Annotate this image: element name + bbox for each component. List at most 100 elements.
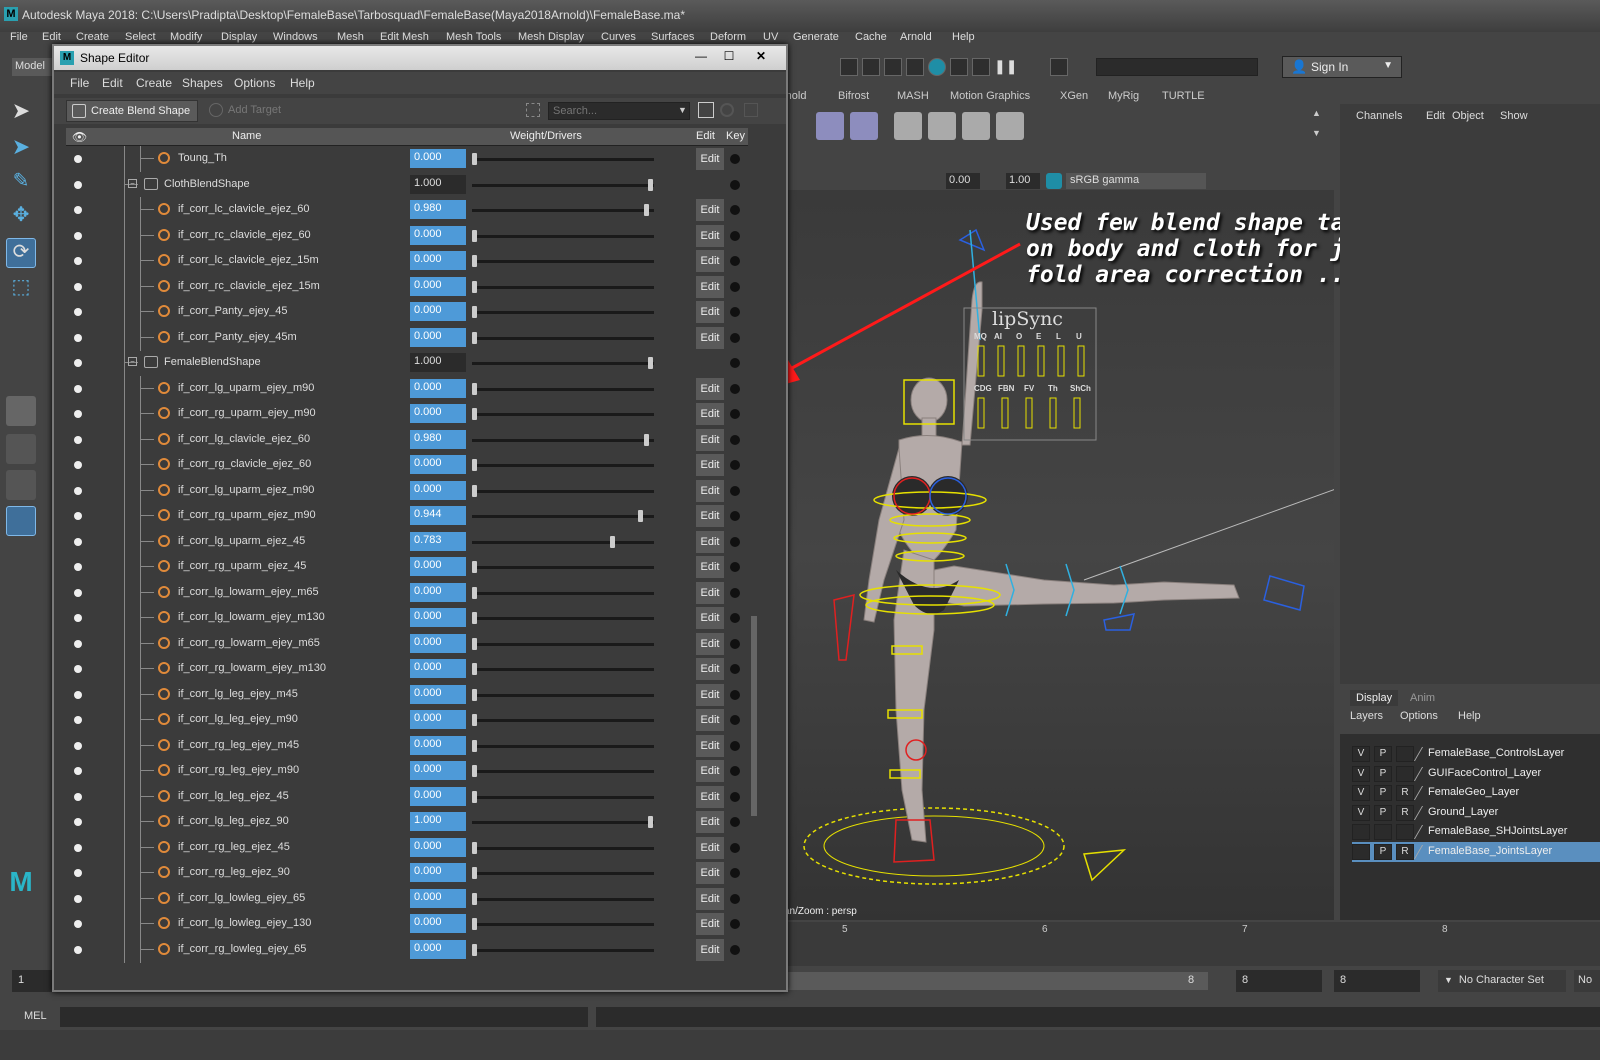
key-icon[interactable] (730, 256, 740, 266)
create-blend-shape-button[interactable]: Create Blend Shape (66, 100, 198, 122)
edit-button[interactable]: Edit (696, 683, 724, 706)
weight-slider-thumb[interactable] (472, 612, 477, 624)
weight-slider-thumb[interactable] (472, 943, 477, 956)
key-icon[interactable] (730, 383, 740, 394)
weight-slider-track[interactable] (472, 311, 654, 314)
menu-arnold[interactable]: Arnold (900, 31, 932, 43)
layer-visibility-toggle[interactable] (1352, 824, 1370, 841)
weight-field[interactable]: 0.000 (410, 557, 466, 576)
refresh-icon[interactable] (720, 103, 734, 117)
layer-playback-toggle[interactable] (1374, 824, 1392, 841)
weight-slider-thumb[interactable] (638, 510, 644, 522)
key-icon[interactable] (730, 791, 740, 802)
arnold-render-icon[interactable] (972, 58, 990, 76)
weight-slider-thumb[interactable] (472, 790, 477, 803)
blend-shape-target-row[interactable]: if_corr_rg_lowleg_ejey_65 0.000 Edit (66, 936, 748, 963)
menu-cache[interactable]: Cache (855, 31, 887, 43)
layer-playback-toggle[interactable]: P (1374, 765, 1392, 782)
blend-shape-target-row[interactable]: if_corr_rg_uparm_ejey_m90 0.000 Edit (66, 401, 748, 427)
edit-button[interactable]: Edit (696, 734, 724, 757)
channel-box-menu-show[interactable]: Show (1500, 110, 1528, 122)
time-slider[interactable]: 5 6 7 8 (784, 922, 1600, 966)
weight-slider-thumb[interactable] (472, 892, 477, 905)
weight-field[interactable]: 0.000 (410, 327, 466, 347)
visibility-column-icon[interactable]: 👁 (72, 130, 87, 144)
edit-button[interactable]: Edit (696, 326, 724, 349)
maximize-icon[interactable]: ☐ (716, 48, 742, 66)
shelf-scroll-down-icon[interactable]: ▼ (1312, 128, 1321, 138)
weight-slider-track[interactable] (472, 413, 654, 416)
weight-slider-thumb[interactable] (472, 637, 477, 650)
weight-slider-thumb[interactable] (472, 153, 477, 165)
minimize-icon[interactable]: — (688, 48, 714, 66)
shelf-tab-mash[interactable]: MASH (897, 90, 929, 102)
layer-visibility-toggle[interactable]: V (1352, 746, 1370, 762)
weight-field[interactable]: 0.000 (410, 251, 466, 270)
weight-slider-thumb[interactable] (644, 204, 650, 216)
key-icon[interactable] (730, 358, 740, 368)
render-view-icon[interactable] (950, 58, 968, 76)
weight-field[interactable]: 0.980 (410, 429, 466, 449)
weight-field[interactable]: 0.000 (410, 710, 466, 729)
visibility-toggle-icon[interactable] (74, 818, 82, 826)
key-icon[interactable] (730, 205, 740, 215)
target-name[interactable]: if_corr_lg_uparm_ejez_45 (178, 535, 305, 547)
weight-slider-thumb[interactable] (472, 663, 477, 675)
target-name[interactable]: if_corr_lg_lowleg_ejey_65 (178, 892, 305, 904)
visibility-toggle-icon[interactable] (74, 359, 82, 367)
menu-help[interactable]: Help (952, 31, 975, 43)
target-name[interactable]: if_corr_rc_clavicle_ejez_15m (178, 280, 320, 292)
blend-shape-target-row[interactable]: if_corr_rg_uparm_ejez_45 0.000 Edit (66, 554, 748, 580)
weight-slider-thumb[interactable] (472, 688, 477, 701)
weight-slider-thumb[interactable] (472, 867, 477, 879)
weight-slider-track[interactable] (472, 744, 654, 748)
menu-windows[interactable]: Windows (273, 31, 318, 43)
blend-shape-target-row[interactable]: if_corr_lg_lowleg_ejey_65 0.000 Edit (66, 885, 748, 912)
weight-slider-track[interactable] (472, 489, 654, 493)
display-layer-row[interactable]: V P FemaleBase_ControlsLayer (1352, 744, 1600, 764)
weight-field[interactable]: 0.000 (410, 582, 466, 602)
target-name[interactable]: if_corr_lg_lowleg_ejey_130 (178, 917, 311, 929)
shape-list-scrollbar[interactable] (750, 146, 758, 970)
visibility-toggle-icon[interactable] (74, 512, 82, 520)
target-name[interactable]: if_corr_rc_clavicle_ejez_60 (178, 229, 311, 241)
se-menu-options[interactable]: Options (234, 76, 275, 90)
edit-button[interactable]: Edit (696, 377, 724, 400)
blend-shape-name[interactable]: ClothBlendShape (164, 178, 250, 190)
edit-button[interactable]: Edit (696, 581, 724, 604)
key-icon[interactable] (730, 536, 740, 547)
weight-slider-track[interactable] (472, 948, 654, 952)
visibility-toggle-icon[interactable] (74, 920, 82, 928)
weight-field[interactable]: 0.000 (410, 608, 466, 627)
weight-slider-thumb[interactable] (648, 178, 653, 191)
edit-button[interactable]: Edit (696, 938, 724, 961)
target-name[interactable]: if_corr_rg_lowleg_ejey_65 (178, 943, 306, 955)
column-edit[interactable]: Edit (696, 130, 715, 142)
channel-box-menu-edit[interactable]: Edit (1426, 110, 1445, 122)
delete-icon[interactable] (744, 103, 758, 117)
edit-button[interactable]: Edit (696, 428, 724, 451)
collapse-icon[interactable]: − (128, 178, 137, 188)
playback-end-field[interactable]: 8 (1334, 970, 1420, 992)
visibility-toggle-icon[interactable] (74, 231, 82, 240)
column-key[interactable]: Key (726, 130, 745, 142)
menu-display[interactable]: Display (221, 31, 257, 43)
blend-shape-target-row[interactable]: if_corr_lc_clavicle_ejez_60 0.980 Edit (66, 197, 748, 223)
edit-button[interactable]: Edit (696, 224, 724, 247)
mel-label[interactable]: MEL (24, 1010, 47, 1022)
weight-slider-track[interactable] (472, 591, 654, 595)
target-name[interactable]: if_corr_lg_leg_ejez_90 (178, 815, 289, 827)
key-icon[interactable] (730, 460, 740, 470)
weight-field[interactable]: 0.000 (410, 914, 466, 933)
blend-shape-name[interactable]: FemaleBlendShape (164, 356, 261, 368)
gamma-field[interactable]: 1.00 (1006, 173, 1040, 189)
visibility-toggle-icon[interactable] (74, 155, 82, 163)
key-icon[interactable] (730, 562, 740, 572)
layer-name[interactable]: FemaleBase_ControlsLayer (1428, 747, 1564, 759)
blend-shape-target-row[interactable]: if_corr_lg_lowleg_ejey_130 0.000 Edit (66, 911, 748, 937)
weight-slider-thumb[interactable] (472, 331, 477, 344)
weight-slider-thumb[interactable] (472, 739, 477, 752)
edit-button[interactable]: Edit (696, 709, 724, 731)
weight-field[interactable]: 0.000 (410, 659, 466, 678)
tab-anim[interactable]: Anim (1410, 692, 1435, 704)
